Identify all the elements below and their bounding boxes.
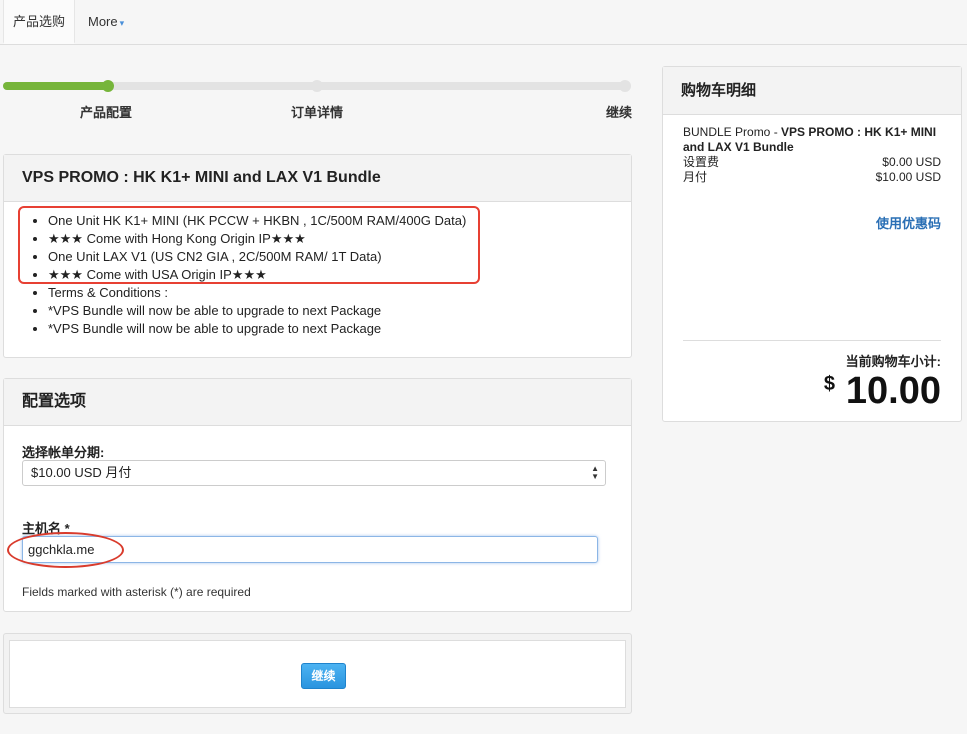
- cart-title: 购物车明细: [663, 67, 961, 115]
- use-promo-code-link[interactable]: 使用优惠码: [876, 213, 941, 232]
- billing-cycle-label: 选择帐单分期:: [22, 445, 105, 460]
- cart-item: BUNDLE Promo - VPS PROMO : HK K1+ MINI a…: [663, 115, 961, 185]
- progress-step-3-dot: [619, 80, 631, 92]
- annotation-highlight-box: [18, 206, 480, 284]
- chevron-down-icon: ▾: [119, 18, 125, 28]
- progress-fill: [3, 82, 107, 90]
- product-panel: VPS PROMO : HK K1+ MINI and LAX V1 Bundl…: [3, 154, 632, 358]
- cart-divider: [683, 340, 941, 341]
- cart-row-monthly: 月付 $10.00 USD: [683, 170, 941, 185]
- list-item: *VPS Bundle will now be able to upgrade …: [48, 320, 631, 338]
- config-panel: 配置选项 选择帐单分期: $10.00 USD 月付 ▲ ▼ 主机名 * ggch…: [3, 378, 632, 612]
- page: 产品选购 More ▾ 产品配置 订单详情 继续 VPS PROMO : HK K…: [0, 0, 967, 734]
- continue-inner-panel: 继续: [9, 640, 626, 708]
- setup-fee-label: 设置费: [683, 155, 720, 169]
- progress-step-2-dot: [311, 80, 323, 92]
- monthly-value: $10.00 USD: [875, 170, 941, 184]
- more-label: More: [88, 14, 118, 29]
- subtotal-price: $ 10.00: [824, 367, 941, 415]
- more-menu[interactable]: More ▾: [88, 0, 124, 44]
- cart-row-setup-fee: 设置费 $0.00 USD: [683, 155, 941, 170]
- billing-cycle-select[interactable]: $10.00 USD 月付 ▲ ▼: [22, 460, 606, 486]
- tab-product-purchase[interactable]: 产品选购: [3, 0, 75, 44]
- annotation-highlight-oval: [7, 532, 124, 568]
- currency-symbol: $: [823, 373, 835, 395]
- cart-item-prefix: BUNDLE Promo -: [683, 125, 782, 139]
- progress-step-3-label: 继续: [606, 105, 633, 120]
- select-arrows-icon: ▲ ▼: [591, 464, 599, 481]
- subtotal-amount: 10.00: [845, 370, 941, 412]
- cart-item-name: BUNDLE Promo - VPS PROMO : HK K1+ MINI a…: [683, 125, 941, 155]
- cart-panel: 购物车明细 BUNDLE Promo - VPS PROMO : HK K1+ …: [662, 66, 962, 422]
- list-item: Terms & Conditions :: [48, 284, 631, 302]
- product-title: VPS PROMO : HK K1+ MINI and LAX V1 Bundl…: [4, 155, 631, 202]
- progress-step-1-label: 产品配置: [80, 105, 133, 120]
- billing-cycle-value: $10.00 USD 月付: [31, 465, 132, 480]
- list-item: *VPS Bundle will now be able to upgrade …: [48, 302, 631, 320]
- top-nav: 产品选购 More ▾: [0, 0, 967, 45]
- continue-area: 继续: [3, 633, 632, 714]
- required-fields-note: Fields marked with asterisk (*) are requ…: [22, 585, 251, 599]
- config-title: 配置选项: [4, 379, 631, 426]
- monthly-label: 月付: [683, 170, 708, 184]
- setup-fee-value: $0.00 USD: [882, 155, 941, 169]
- progress-step-1-dot: [102, 80, 114, 92]
- progress-step-2-label: 订单详情: [291, 105, 344, 120]
- progress-bar: [3, 80, 631, 92]
- continue-button[interactable]: 继续: [301, 663, 346, 689]
